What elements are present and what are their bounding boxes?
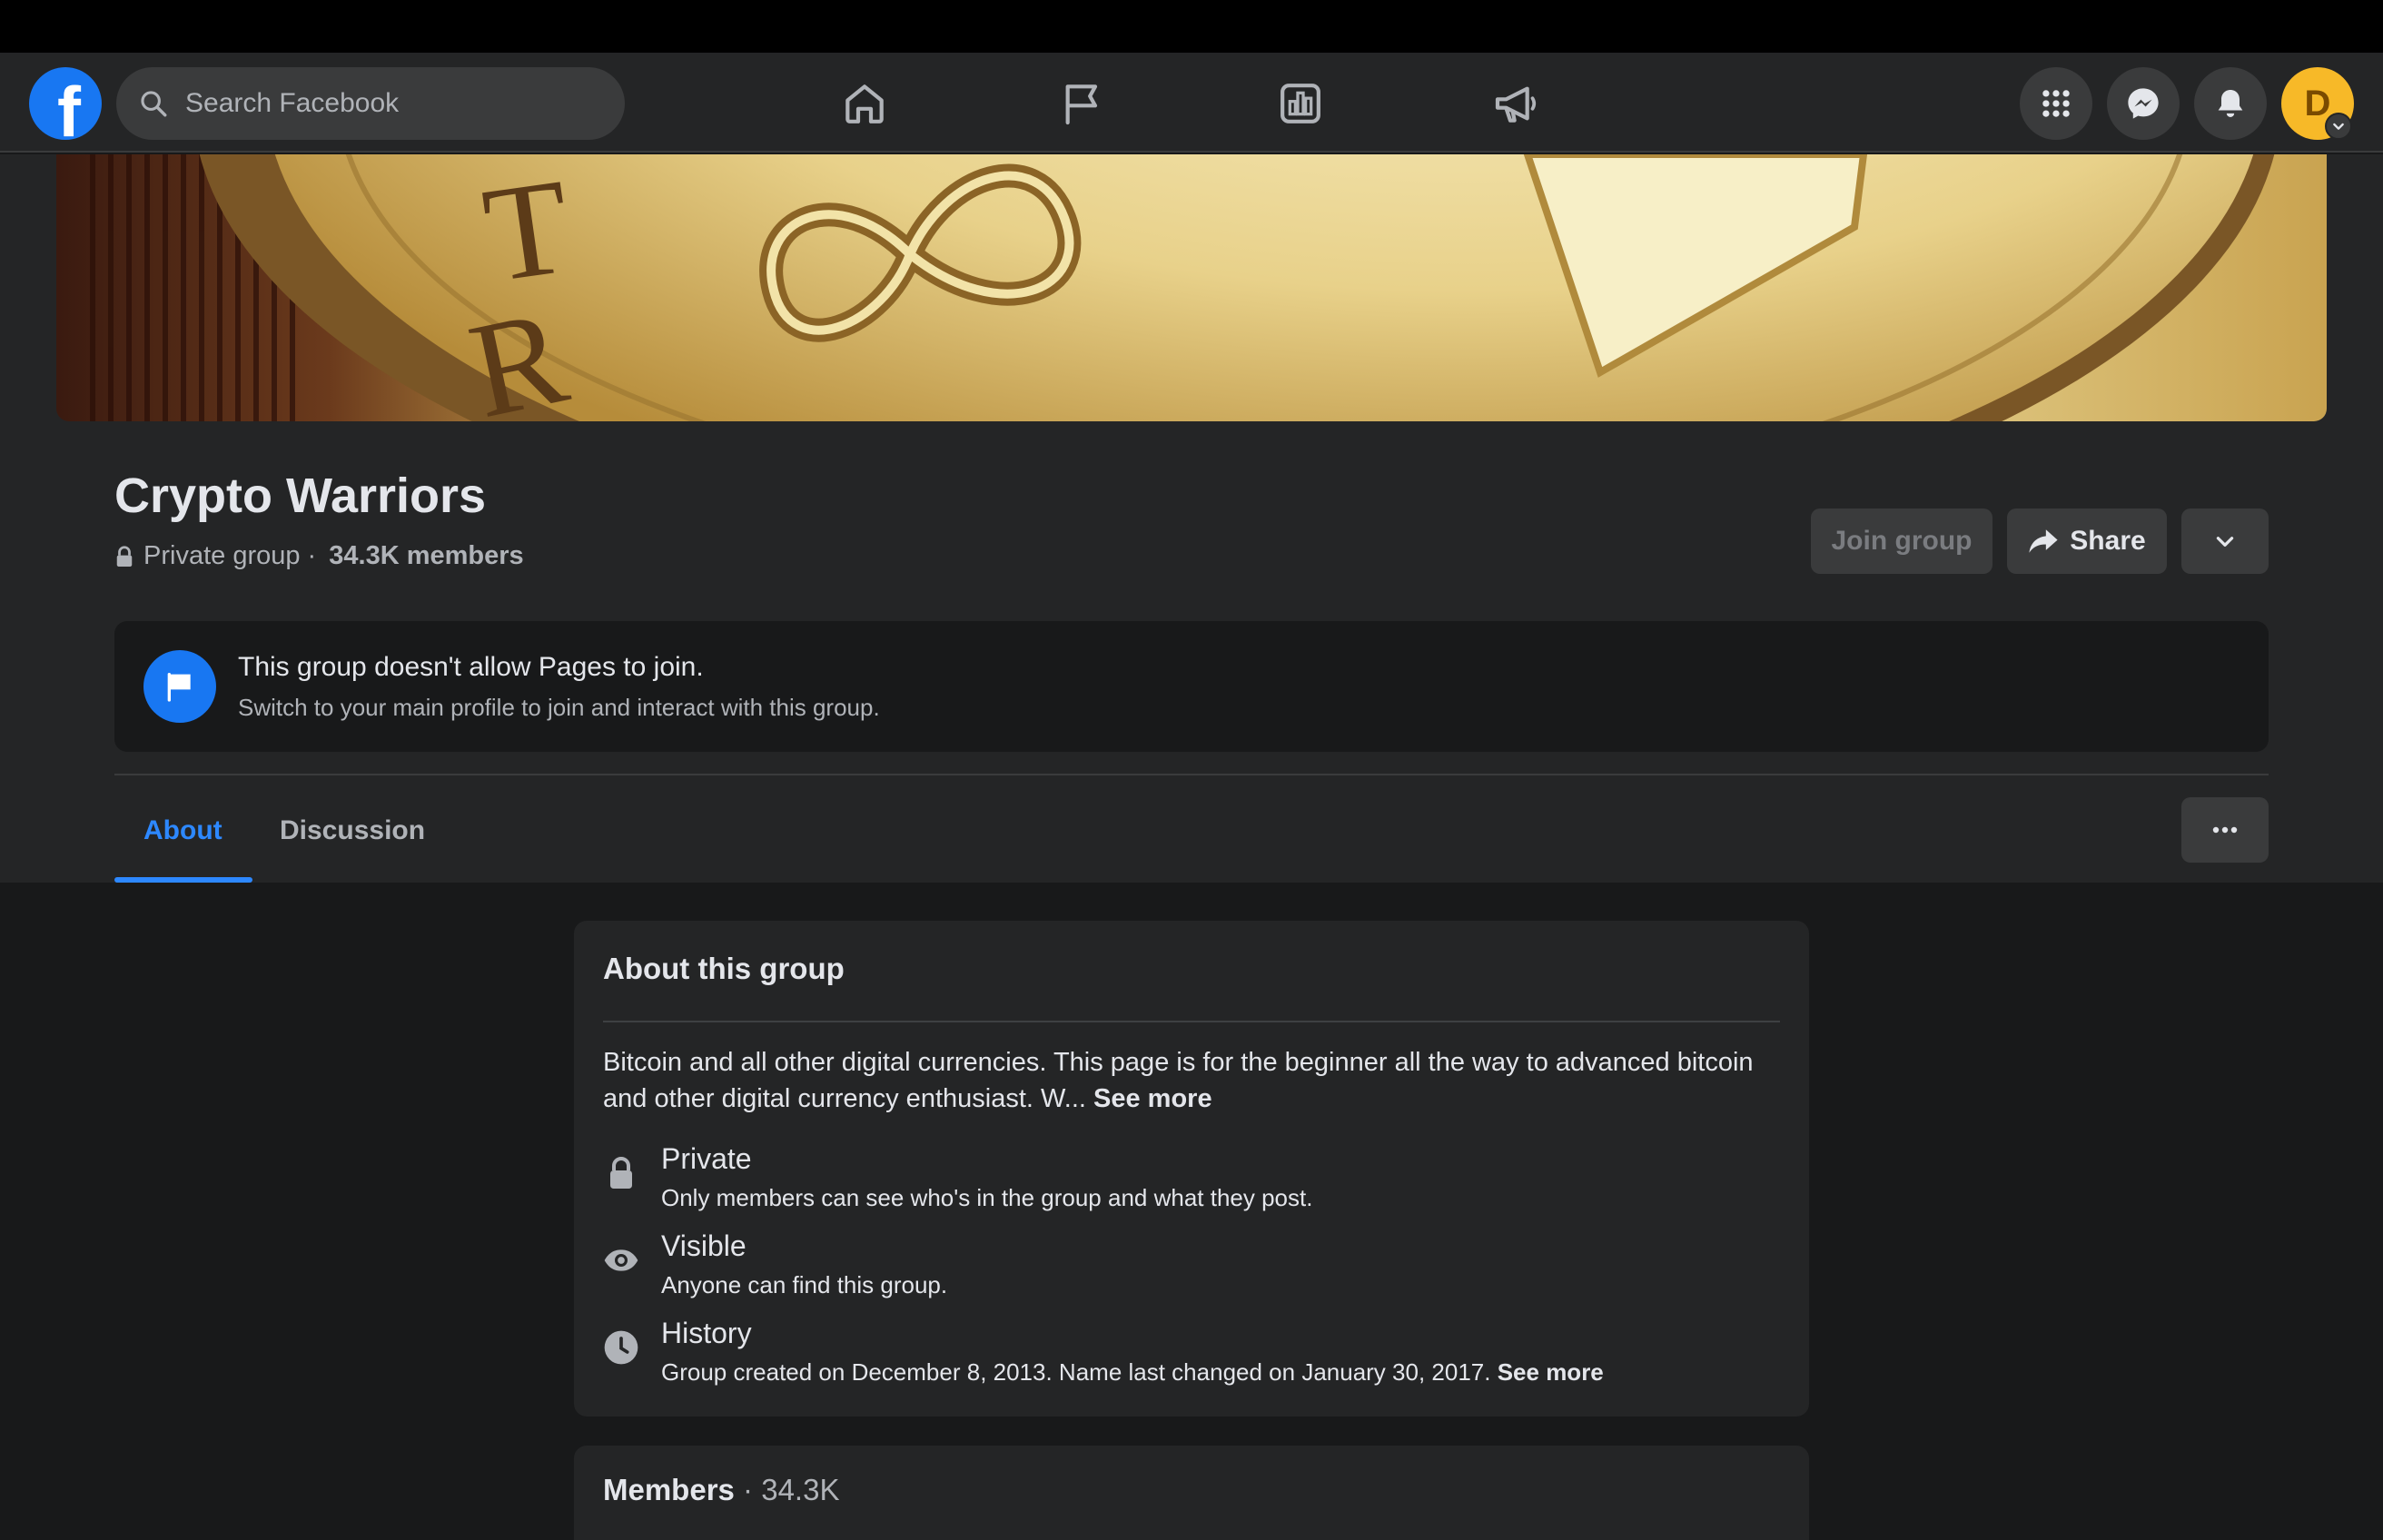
pages-flag-icon[interactable] <box>1057 78 1108 129</box>
about-card-divider <box>603 1021 1780 1022</box>
search-icon <box>141 91 167 117</box>
group-header: T R Crypto Warriors Private group · 34.3… <box>0 154 2383 883</box>
active-tab-indicator <box>114 877 252 883</box>
share-button[interactable]: Share <box>2007 508 2167 574</box>
bell-icon <box>2218 90 2243 117</box>
lock-icon <box>116 545 133 567</box>
tab-discussion[interactable]: Discussion <box>280 815 425 846</box>
members-count: 34.3K <box>761 1473 840 1506</box>
search-input[interactable]: Search Facebook <box>116 67 625 140</box>
header-divider <box>114 774 2269 775</box>
cover-coin-image: T R <box>56 154 2327 421</box>
group-meta: Private group · 34.3K members <box>114 541 524 571</box>
members-card: Members · 34.3K <box>574 1446 1809 1540</box>
visibility-description: Anyone can find this group. <box>661 1271 948 1298</box>
meta-separator: · <box>300 541 324 570</box>
more-dots-icon <box>2212 826 2238 834</box>
history-text: Group created on December 8, 2013. Name … <box>661 1358 1498 1386</box>
clock-icon <box>603 1329 639 1366</box>
about-card-title: About this group <box>603 952 845 985</box>
more-options-dropdown-button[interactable] <box>2181 508 2269 574</box>
home-icon[interactable] <box>839 78 890 129</box>
account-menu-chevron-down-icon[interactable] <box>2325 113 2352 140</box>
more-tabs-button[interactable] <box>2181 797 2269 863</box>
about-group-card: About this group Bitcoin and all other d… <box>574 921 1809 1417</box>
privacy-description: Only members can see who's in the group … <box>661 1184 1313 1211</box>
facebook-logo-icon[interactable]: f <box>29 67 102 140</box>
group-name: Crypto Warriors <box>114 469 487 523</box>
search-placeholder: Search Facebook <box>185 88 400 118</box>
history-heading: History <box>661 1317 752 1349</box>
eye-icon <box>603 1242 639 1278</box>
join-group-button[interactable]: Join group <box>1811 508 1992 574</box>
privacy-heading: Private <box>661 1142 752 1175</box>
history-see-more-link[interactable]: See more <box>1498 1358 1604 1386</box>
members-card-title: Members · 34.3K <box>603 1473 839 1507</box>
cover-photo[interactable]: T R <box>56 154 2327 421</box>
members-label: Members <box>603 1473 735 1506</box>
grid-menu-icon <box>2042 90 2070 117</box>
notifications-button[interactable] <box>2194 67 2267 140</box>
insights-chart-icon[interactable] <box>1275 78 1326 129</box>
megaphone-ads-icon[interactable] <box>1491 78 1542 129</box>
menu-grid-button[interactable] <box>2020 67 2092 140</box>
chevron-down-icon <box>2216 537 2234 547</box>
messenger-icon <box>2128 88 2159 119</box>
system-top-bar <box>0 0 2383 53</box>
history-description: Group created on December 8, 2013. Name … <box>661 1358 1604 1387</box>
group-member-count[interactable]: 34.3K members <box>329 541 523 571</box>
tab-about[interactable]: About <box>143 815 222 846</box>
join-group-label: Join group <box>1831 526 1973 556</box>
messenger-button[interactable] <box>2107 67 2180 140</box>
notice-title: This group doesn't allow Pages to join. <box>238 652 704 682</box>
flag-badge-icon <box>143 650 216 723</box>
notice-subtitle: Switch to your main profile to join and … <box>238 694 880 721</box>
lock-icon <box>603 1155 639 1191</box>
pages-not-allowed-notice: This group doesn't allow Pages to join. … <box>114 621 2269 752</box>
group-privacy: Private group <box>143 541 301 570</box>
members-separator: · <box>734 1473 762 1506</box>
description-see-more-link[interactable]: See more <box>1093 1084 1212 1113</box>
facebook-navbar: f Search Facebook D <box>0 53 2383 153</box>
visibility-heading: Visible <box>661 1229 747 1262</box>
group-description: Bitcoin and all other digital currencies… <box>603 1044 1784 1117</box>
share-label: Share <box>2070 526 2146 556</box>
share-arrow-icon <box>2029 529 2058 553</box>
